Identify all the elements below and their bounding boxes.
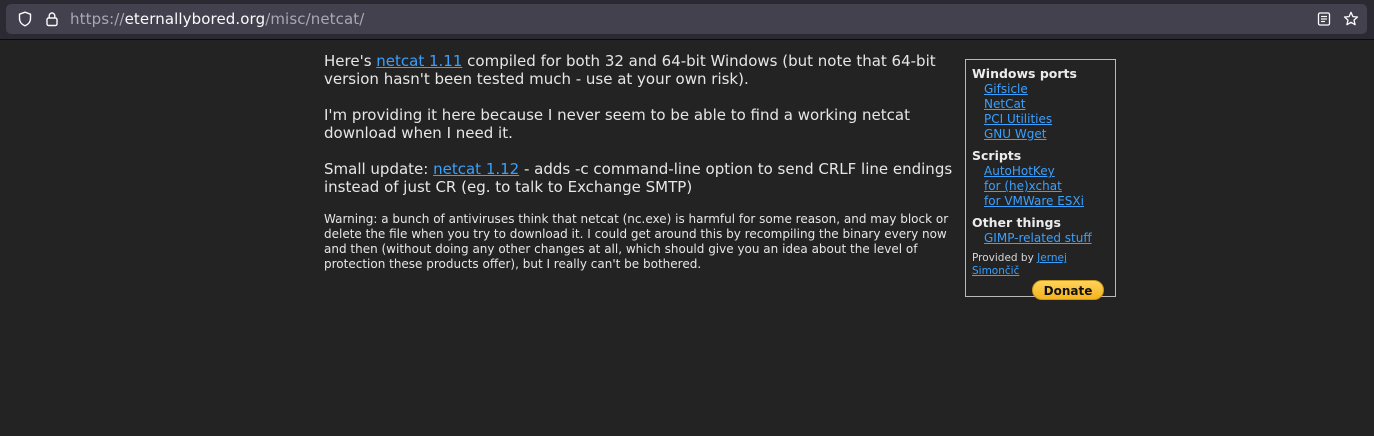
- reason-paragraph: I'm providing it here because I never se…: [324, 106, 910, 142]
- other-things-list: GIMP-related stuff: [972, 231, 1109, 246]
- netcat-1-11-link[interactable]: netcat 1.11: [376, 52, 462, 70]
- url-domain: eternallybored.org: [124, 10, 266, 28]
- reader-view-icon[interactable]: [1316, 11, 1332, 27]
- url-scheme: https://: [70, 10, 125, 28]
- main-content: Here's netcat 1.11 compiled for both 32 …: [324, 52, 960, 290]
- link-gnu-wget[interactable]: GNU Wget: [984, 127, 1046, 141]
- address-bar[interactable]: https://eternallybored.org/misc/netcat/: [6, 4, 1367, 34]
- provided-by: Provided by Jernej Simončič: [972, 252, 1109, 278]
- link-gimp-stuff[interactable]: GIMP-related stuff: [984, 231, 1092, 245]
- netcat-1-12-link[interactable]: netcat 1.12: [433, 160, 519, 178]
- intro-paragraph: Here's netcat 1.11 compiled for both 32 …: [324, 52, 960, 88]
- link-gifsicle[interactable]: Gifsicle: [984, 82, 1028, 96]
- link-pci-utilities[interactable]: PCI Utilities: [984, 112, 1052, 126]
- section-title-scripts: Scripts: [972, 148, 1022, 163]
- bookmark-star-icon[interactable]: [1343, 11, 1359, 27]
- sidebar-box: Windows ports Gifsicle NetCat PCI Utilit…: [965, 59, 1116, 300]
- link-netcat[interactable]: NetCat: [984, 97, 1026, 111]
- shield-icon[interactable]: [17, 11, 33, 27]
- intro-text: Here's: [324, 52, 377, 70]
- link-autohotkey[interactable]: AutoHotKey: [984, 164, 1055, 178]
- section-title-windows-ports: Windows ports: [972, 66, 1077, 81]
- link-hexchat[interactable]: for (he)xchat: [984, 179, 1062, 193]
- provided-by-label: Provided by: [972, 252, 1038, 264]
- url-text[interactable]: https://eternallybored.org/misc/netcat/: [70, 10, 364, 28]
- donate-button[interactable]: Donate: [1032, 280, 1104, 300]
- link-vmware-esxi[interactable]: for VMWare ESXi: [984, 194, 1084, 208]
- lock-icon[interactable]: [44, 11, 60, 27]
- update-text: Small update:: [324, 160, 434, 178]
- browser-toolbar: https://eternallybored.org/misc/netcat/: [0, 0, 1374, 40]
- section-title-other-things: Other things: [972, 215, 1061, 230]
- windows-ports-list: Gifsicle NetCat PCI Utilities GNU Wget: [972, 82, 1109, 142]
- url-path: /misc/netcat/: [265, 10, 365, 28]
- scripts-list: AutoHotKey for (he)xchat for VMWare ESXi: [972, 164, 1109, 209]
- warning-paragraph: Warning: a bunch of antiviruses think th…: [324, 212, 949, 271]
- update-paragraph: Small update: netcat 1.12 - adds -c comm…: [324, 160, 960, 196]
